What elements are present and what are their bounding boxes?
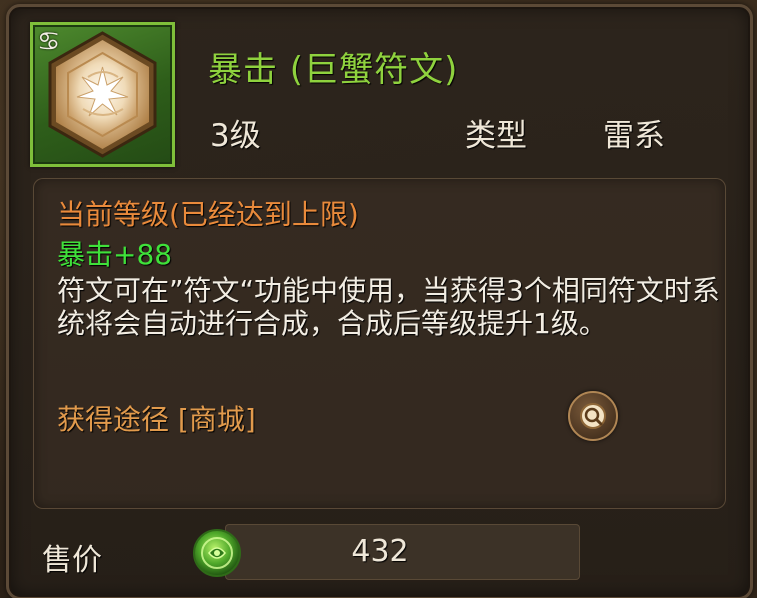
item-description: 符文可在”符文“功能中使用，当获得3个相同符文时系统将会自动进行合成，合成后等级… [57,274,720,340]
type-value: 雷系 [603,118,665,154]
acquisition-source: 获得途径 [商城] [57,403,256,436]
rune-icon-frame: ♋ [30,22,175,167]
current-level-text: 当前等级(已经达到上限) [57,198,359,231]
item-level: 3级 [210,118,261,154]
search-source-button[interactable] [568,391,618,441]
magnifier-icon [580,403,606,429]
sale-price-label: 售价 [42,543,102,578]
sale-price-value: 432 [351,534,409,569]
stat-bonus-text: 暴击+88 [57,238,173,271]
type-label: 类型 [465,118,527,154]
item-title: 暴击 (巨蟹符文) [208,50,459,90]
cancer-zodiac-icon: ♋ [37,27,61,57]
